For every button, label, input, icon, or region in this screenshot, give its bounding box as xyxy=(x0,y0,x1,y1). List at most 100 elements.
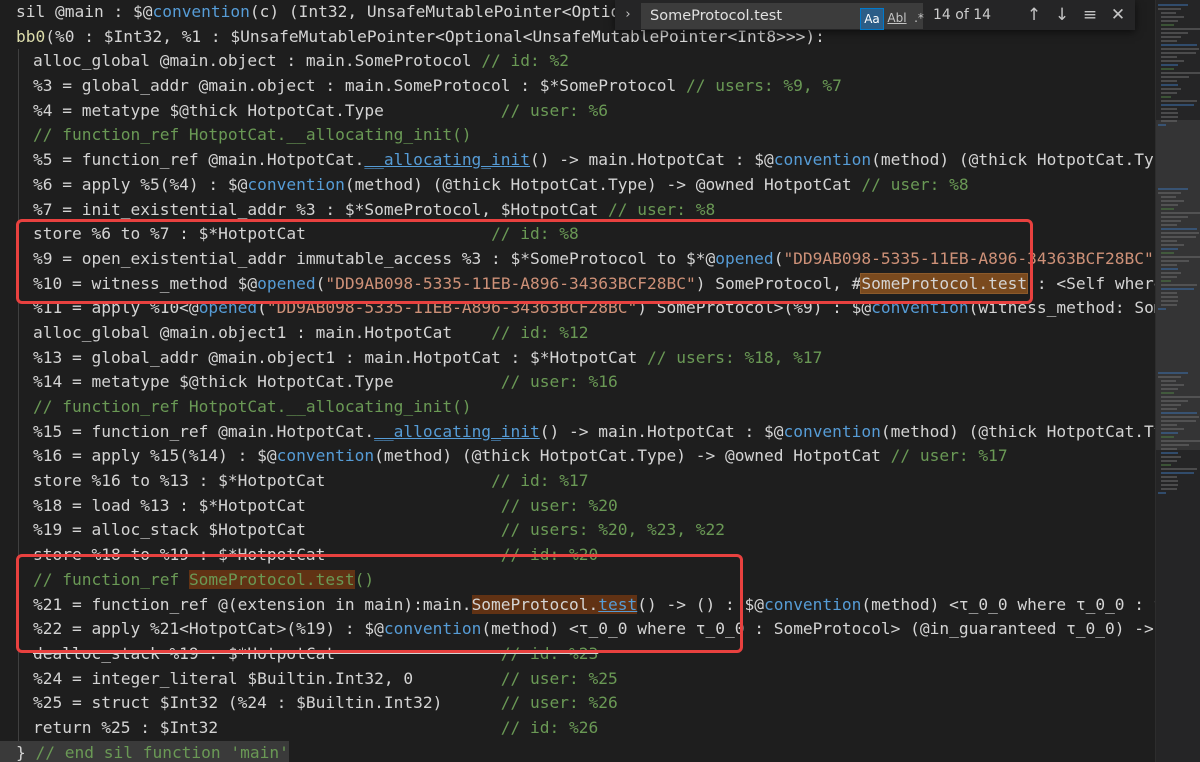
code-line[interactable]: %21 = function_ref @(extension in main):… xyxy=(0,592,1155,618)
code-line[interactable]: %11 = apply %10<@opened("DD9AB098-5335-1… xyxy=(0,296,1155,321)
code-line[interactable]: %18 = load %13 : $*HotpotCat // user: %2… xyxy=(0,493,1155,519)
code-token: ( xyxy=(315,273,326,293)
minimap-line xyxy=(1161,236,1196,238)
code-line[interactable]: %10 = witness_method $@opened("DD9AB098-… xyxy=(0,271,1155,297)
code-line[interactable]: store %18 to %19 : $*HotpotCat // id: %2… xyxy=(0,543,1155,568)
minimap-line xyxy=(1158,492,1166,494)
whole-word-toggle[interactable]: Abl xyxy=(886,8,908,28)
code-line[interactable]: store %16 to %13 : $*HotpotCat // id: %1… xyxy=(0,469,1155,494)
arrow-up-icon[interactable]: ↑ xyxy=(1023,4,1045,26)
minimap[interactable] xyxy=(1155,0,1200,762)
code-line[interactable]: %25 = struct $Int32 (%24 : $Builtin.Int3… xyxy=(0,691,1155,716)
minimap-line xyxy=(1161,60,1184,62)
code-line-text: %18 = load %13 : $*HotpotCat // user: %2… xyxy=(16,494,618,519)
code-token: dealloc_stack %19 : $*HotpotCat xyxy=(33,643,501,663)
code-line[interactable]: store %6 to %7 : $*HotpotCat // id: %8 xyxy=(0,222,1155,247)
code-line[interactable]: // function_ref SomeProtocol.test() xyxy=(0,567,1155,593)
code-line-text: alloc_global @main.object : main.SomePro… xyxy=(16,49,569,74)
code-token: // user: %8 xyxy=(861,174,969,194)
close-icon[interactable]: ✕ xyxy=(1107,4,1129,26)
code-line[interactable]: %3 = global_addr @main.object : main.Som… xyxy=(0,74,1155,99)
code-token: (method) (@thick HotpotCat.Type) -> @own… xyxy=(344,174,862,194)
code-line[interactable]: %9 = open_existential_addr immutable_acc… xyxy=(0,246,1155,272)
code-token: () -> main.HotpotCat : $@ xyxy=(530,150,774,170)
code-token: convention xyxy=(763,594,862,614)
code-token: %21 = function_ref @(extension in main):… xyxy=(33,594,472,614)
code-token: opened xyxy=(198,298,258,318)
minimap-line xyxy=(1161,28,1200,30)
code-line[interactable]: return %25 : $Int32 // id: %26 xyxy=(0,715,1155,741)
match-case-toggle[interactable]: Aa xyxy=(860,8,884,30)
code-token: (witness_method: SomeProtocol) xyxy=(968,298,1155,318)
minimap-line xyxy=(1161,384,1184,386)
minimap-line xyxy=(1161,240,1177,242)
code-line[interactable]: %15 = function_ref @main.HotpotCat.__all… xyxy=(0,419,1155,445)
minimap-line xyxy=(1161,484,1178,486)
code-token: // end sil function 'main' xyxy=(35,742,289,762)
code-line[interactable]: %6 = apply %5(%4) : $@convention(method)… xyxy=(0,172,1155,198)
minimap-line xyxy=(1161,52,1196,54)
code-token: convention xyxy=(152,2,250,21)
code-token: return %25 : $Int32 xyxy=(33,717,501,737)
minimap-line xyxy=(1161,276,1177,278)
minimap-line xyxy=(1161,424,1177,426)
find-in-selection-icon[interactable]: ≡ xyxy=(1079,4,1101,26)
code-token: (method) (@thick HotpotCat.Type) -> @own… xyxy=(880,421,1155,441)
minimap-line xyxy=(1158,192,1181,194)
code-token: convention xyxy=(247,174,345,194)
code-line-text: %10 = witness_method $@opened("DD9AB098-… xyxy=(16,272,1155,297)
minimap-line xyxy=(1161,304,1177,306)
minimap-line xyxy=(1161,88,1181,90)
code-line[interactable]: %24 = integer_literal $Builtin.Int32, 0 … xyxy=(0,666,1155,692)
find-input[interactable]: SomeProtocol.test Aa Abl .* xyxy=(641,3,926,30)
code-line[interactable]: %19 = alloc_stack $HotpotCat // users: %… xyxy=(0,518,1155,543)
code-token: // id: %20 xyxy=(500,545,599,565)
code-line[interactable]: %5 = function_ref @main.HotpotCat.__allo… xyxy=(0,148,1155,173)
minimap-line xyxy=(1161,212,1200,214)
code-line[interactable]: %7 = init_existential_addr %3 : $*SomePr… xyxy=(0,197,1155,223)
minimap-line xyxy=(1161,396,1200,398)
code-token: // user: %26 xyxy=(500,693,618,713)
code-line[interactable]: %16 = apply %15(%14) : $@convention(meth… xyxy=(0,444,1155,469)
code-token: %13 = global_addr @main.object1 : main.H… xyxy=(33,347,647,367)
minimap-line xyxy=(1161,116,1178,118)
minimap-line xyxy=(1161,36,1181,38)
arrow-down-icon[interactable]: ↓ xyxy=(1051,4,1073,26)
code-line[interactable]: %13 = global_addr @main.object1 : main.H… xyxy=(0,345,1155,371)
chevron-right-icon[interactable]: › xyxy=(619,5,637,25)
code-line[interactable]: %4 = metatype $@thick HotpotCat.Type // … xyxy=(0,98,1155,124)
code-lines[interactable]: sil @main : $@convention(c) (Int32, Unsa… xyxy=(0,0,1155,762)
minimap-line xyxy=(1161,120,1177,122)
minimap-line xyxy=(1161,288,1194,290)
code-token: alloc_global @main.object : main.SomePro… xyxy=(33,51,482,71)
regex-toggle[interactable]: .* xyxy=(912,8,926,28)
minimap-line xyxy=(1158,308,1166,310)
code-editor[interactable]: sil @main : $@convention(c) (Int32, Unsa… xyxy=(0,0,1155,762)
code-line[interactable]: dealloc_stack %19 : $*HotpotCat // id: %… xyxy=(0,641,1155,667)
minimap-line xyxy=(1161,248,1178,250)
code-token: "DD9AB098-5335-11EB-A896-34363BCF28BC" xyxy=(325,273,696,293)
code-line[interactable]: // function_ref HotpotCat.__allocating_i… xyxy=(0,123,1155,148)
code-line[interactable]: // function_ref HotpotCat.__allocating_i… xyxy=(0,395,1155,420)
minimap-line xyxy=(1161,476,1177,478)
code-token: // user: %6 xyxy=(500,100,608,120)
minimap-line xyxy=(1161,264,1177,266)
code-token: %22 = apply %21<HotpotCat>(%19) : $@ xyxy=(33,619,384,639)
minimap-line xyxy=(1161,68,1174,70)
code-line[interactable]: alloc_global @main.object : main.SomePro… xyxy=(0,49,1155,74)
minimap-line xyxy=(1161,292,1177,294)
code-line-text: return %25 : $Int32 // id: %26 xyxy=(16,716,598,741)
code-token: // users: %18, %17 xyxy=(646,347,823,367)
match-count: 14 of 14 xyxy=(933,7,992,23)
code-token: // user: %16 xyxy=(500,372,618,392)
minimap-line xyxy=(1161,112,1178,114)
code-line[interactable]: } // end sil function 'main' xyxy=(0,740,1155,762)
code-line[interactable]: %14 = metatype $@thick HotpotCat.Type //… xyxy=(0,370,1155,395)
minimap-line xyxy=(1161,72,1200,74)
code-line[interactable]: %22 = apply %21<HotpotCat>(%19) : $@conv… xyxy=(0,617,1155,642)
minimap-line xyxy=(1161,92,1177,94)
code-token: "DD9AB098-5335-11EB-A896-34363BCF28BC" xyxy=(266,298,638,318)
code-token: // id: %8 xyxy=(491,224,579,244)
code-line-text: %22 = apply %21<HotpotCat>(%19) : $@conv… xyxy=(16,617,1155,642)
code-line[interactable]: alloc_global @main.object1 : main.Hotpot… xyxy=(0,320,1155,346)
